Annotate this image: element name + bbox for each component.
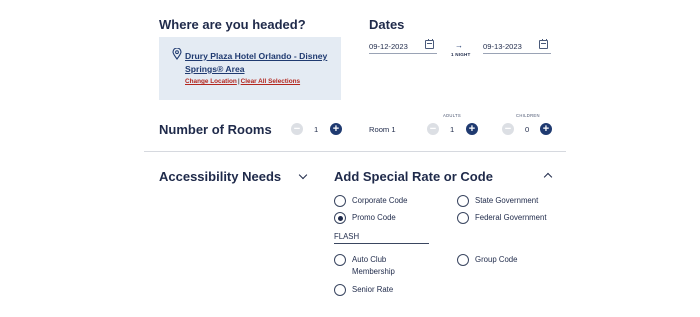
group-code-label[interactable]: Group Code xyxy=(475,254,517,266)
children-label: CHILDREN xyxy=(516,113,540,118)
adults-increase-button[interactable]: + xyxy=(466,123,478,135)
link-separator: | xyxy=(237,78,240,85)
calendar-icon[interactable] xyxy=(425,39,434,49)
rooms-count: 1 xyxy=(314,125,319,134)
check-out-date-field[interactable]: 09-13-2023 xyxy=(483,39,551,54)
children-decrease-button[interactable]: − xyxy=(502,123,514,135)
rooms-increase-button[interactable]: + xyxy=(330,123,342,135)
federal-government-label[interactable]: Federal Government xyxy=(475,212,547,224)
adults-label: ADULTS xyxy=(443,113,462,118)
clear-all-selections-link[interactable]: Clear All Selections xyxy=(241,78,300,85)
room-label: Room 1 xyxy=(369,125,396,134)
children-count: 0 xyxy=(525,125,530,134)
federal-government-radio[interactable] xyxy=(457,212,469,224)
hotel-name-link[interactable]: Drury Plaza Hotel Orlando - Disney Sprin… xyxy=(185,50,335,76)
adults-decrease-button[interactable]: − xyxy=(427,123,439,135)
senior-rate-label[interactable]: Senior Rate xyxy=(352,284,393,296)
check-in-date-field[interactable]: 09-12-2023 xyxy=(369,39,437,54)
chevron-down-icon[interactable] xyxy=(298,170,308,180)
calendar-icon[interactable] xyxy=(539,39,548,49)
date-range-arrow-icon: → xyxy=(455,41,463,50)
special-rate-heading[interactable]: Add Special Rate or Code xyxy=(334,169,493,184)
location-actions: Change Location|Clear All Selections xyxy=(185,78,300,85)
chevron-up-icon[interactable] xyxy=(543,172,553,182)
section-divider xyxy=(144,151,566,152)
state-government-label[interactable]: State Government xyxy=(475,195,538,207)
accessibility-heading[interactable]: Accessibility Needs xyxy=(159,169,281,184)
children-increase-button[interactable]: + xyxy=(540,123,552,135)
senior-rate-radio[interactable] xyxy=(334,284,346,296)
corporate-code-label[interactable]: Corporate Code xyxy=(352,195,407,207)
state-government-radio[interactable] xyxy=(457,195,469,207)
destination-heading: Where are you headed? xyxy=(159,17,306,32)
promo-code-radio[interactable] xyxy=(334,212,346,224)
auto-club-membership-label[interactable]: Auto Club Membership xyxy=(352,254,412,278)
promo-code-label[interactable]: Promo Code xyxy=(352,212,396,224)
rooms-decrease-button[interactable]: − xyxy=(291,123,303,135)
map-pin-icon xyxy=(172,48,182,60)
auto-club-membership-radio[interactable] xyxy=(334,254,346,266)
change-location-link[interactable]: Change Location xyxy=(185,78,237,85)
nights-count: 1 NIGHT xyxy=(451,52,471,57)
check-in-date-value: 09-12-2023 xyxy=(369,42,408,51)
corporate-code-radio[interactable] xyxy=(334,195,346,207)
rooms-heading: Number of Rooms xyxy=(159,122,272,137)
dates-heading: Dates xyxy=(369,17,405,32)
adults-count: 1 xyxy=(450,125,455,134)
promo-code-input[interactable]: FLASH xyxy=(334,231,429,244)
group-code-radio[interactable] xyxy=(457,254,469,266)
check-out-date-value: 09-13-2023 xyxy=(483,42,522,51)
